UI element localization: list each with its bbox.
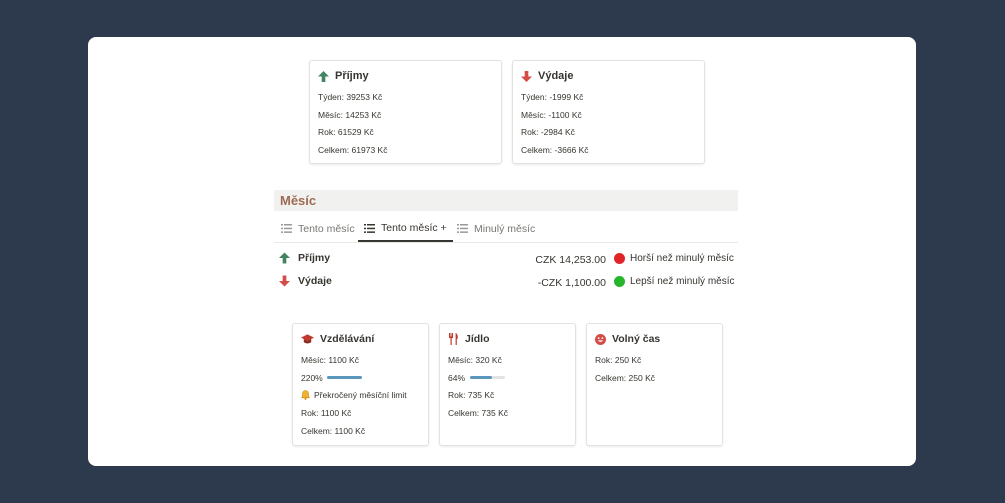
income-year: Rok: 61529 Kč <box>318 127 374 137</box>
arrow-up-icon <box>279 252 290 264</box>
category-progress-bar <box>470 376 505 379</box>
list-icon <box>364 223 375 233</box>
expense-row-text: Výdaje <box>298 275 332 287</box>
category-title-text: Vzdělávání <box>320 333 375 345</box>
arrow-down-icon <box>279 275 290 287</box>
category-percent: 64% <box>448 373 466 383</box>
income-card[interactable]: Příjmy Týden: 39253 Kč Měsíc: 14253 Kč R… <box>309 60 502 164</box>
category-year: Rok: 250 Kč <box>595 355 642 365</box>
expense-row-status-text: Lepší než minulý měsíc <box>630 276 735 287</box>
expense-card-title: Výdaje <box>521 70 573 82</box>
expense-week: Týden: -1999 Kč <box>521 92 584 102</box>
category-year: Rok: 1100 Kč <box>301 408 352 418</box>
tab-this-month[interactable]: Tento měsíc <box>281 216 355 241</box>
expense-row-status: Lepší než minulý měsíc <box>614 276 735 287</box>
category-month: Měsíc: 320 Kč <box>448 355 502 365</box>
list-icon <box>281 224 292 233</box>
tab-last-month[interactable]: Minulý měsíc <box>457 216 535 241</box>
category-year: Rok: 735 Kč <box>448 390 495 400</box>
category-card-education[interactable]: Vzdělávání Měsíc: 1100 Kč 220% Překročen… <box>292 323 429 446</box>
bell-icon <box>301 390 310 400</box>
category-card-food[interactable]: Jídlo Měsíc: 320 Kč 64% Rok: 735 Kč Celk… <box>439 323 576 446</box>
category-total: Celkem: 735 Kč <box>448 408 508 418</box>
category-card-leisure[interactable]: Volný čas Rok: 250 Kč Celkem: 250 Kč <box>586 323 723 446</box>
income-month: Měsíc: 14253 Kč <box>318 110 382 120</box>
expense-card[interactable]: Výdaje Týden: -1999 Kč Měsíc: -1100 Kč R… <box>512 60 705 164</box>
income-card-title: Příjmy <box>318 70 369 82</box>
income-total: Celkem: 61973 Kč <box>318 145 388 155</box>
category-warning-text: Překročený měsíční limit <box>314 390 407 400</box>
expense-row-label[interactable]: Výdaje <box>279 275 332 287</box>
progress-fill <box>470 376 493 379</box>
category-card-title: Volný čas <box>595 333 660 345</box>
red-status-dot <box>614 253 625 264</box>
tab-this-month-plus-label: Tento měsíc + <box>381 222 447 234</box>
section-title: Měsíc <box>280 193 317 208</box>
category-total: Celkem: 250 Kč <box>595 373 655 383</box>
income-card-title-text: Příjmy <box>335 70 369 82</box>
category-progress-bar <box>327 376 362 379</box>
green-status-dot <box>614 276 625 287</box>
arrow-down-icon <box>521 70 532 82</box>
category-title-text: Volný čas <box>612 333 661 345</box>
income-row-status: Horší než minulý měsíc <box>614 253 734 264</box>
expense-month: Měsíc: -1100 Kč <box>521 110 582 120</box>
expense-year: Rok: -2984 Kč <box>521 127 575 137</box>
smiley-icon <box>595 333 606 345</box>
section-header: Měsíc <box>274 190 738 211</box>
income-row-text: Příjmy <box>298 252 331 264</box>
income-row-amount: CZK 14,253.00 <box>535 254 606 266</box>
expense-card-title-text: Výdaje <box>538 70 574 82</box>
income-week: Týden: 39253 Kč <box>318 92 383 102</box>
arrow-up-icon <box>318 70 329 82</box>
income-row-label[interactable]: Příjmy <box>279 252 330 264</box>
category-card-title: Vzdělávání <box>301 333 374 345</box>
fork-knife-icon <box>448 333 459 345</box>
category-card-title: Jídlo <box>448 333 490 345</box>
category-percent: 220% <box>301 373 323 383</box>
page-frame: Příjmy Týden: 39253 Kč Měsíc: 14253 Kč R… <box>88 37 916 466</box>
progress-fill <box>327 376 362 379</box>
view-tabs: Tento měsíc Tento měsíc + Minulý měsíc <box>274 216 738 243</box>
expense-row-amount: -CZK 1,100.00 <box>537 277 606 289</box>
tab-this-month-label: Tento měsíc <box>298 222 355 235</box>
tab-last-month-label: Minulý měsíc <box>474 222 536 235</box>
list-icon <box>457 224 468 233</box>
expense-total: Celkem: -3666 Kč <box>521 145 589 155</box>
category-total: Celkem: 1100 Kč <box>301 426 366 436</box>
tab-this-month-plus[interactable]: Tento měsíc + <box>358 216 453 242</box>
income-row-status-text: Horší než minulý měsíc <box>630 253 734 264</box>
graduation-cap-icon <box>301 333 314 345</box>
category-month: Měsíc: 1100 Kč <box>301 355 359 365</box>
category-title-text: Jídlo <box>465 333 490 345</box>
category-warning: Překročený měsíční limit <box>301 390 407 400</box>
